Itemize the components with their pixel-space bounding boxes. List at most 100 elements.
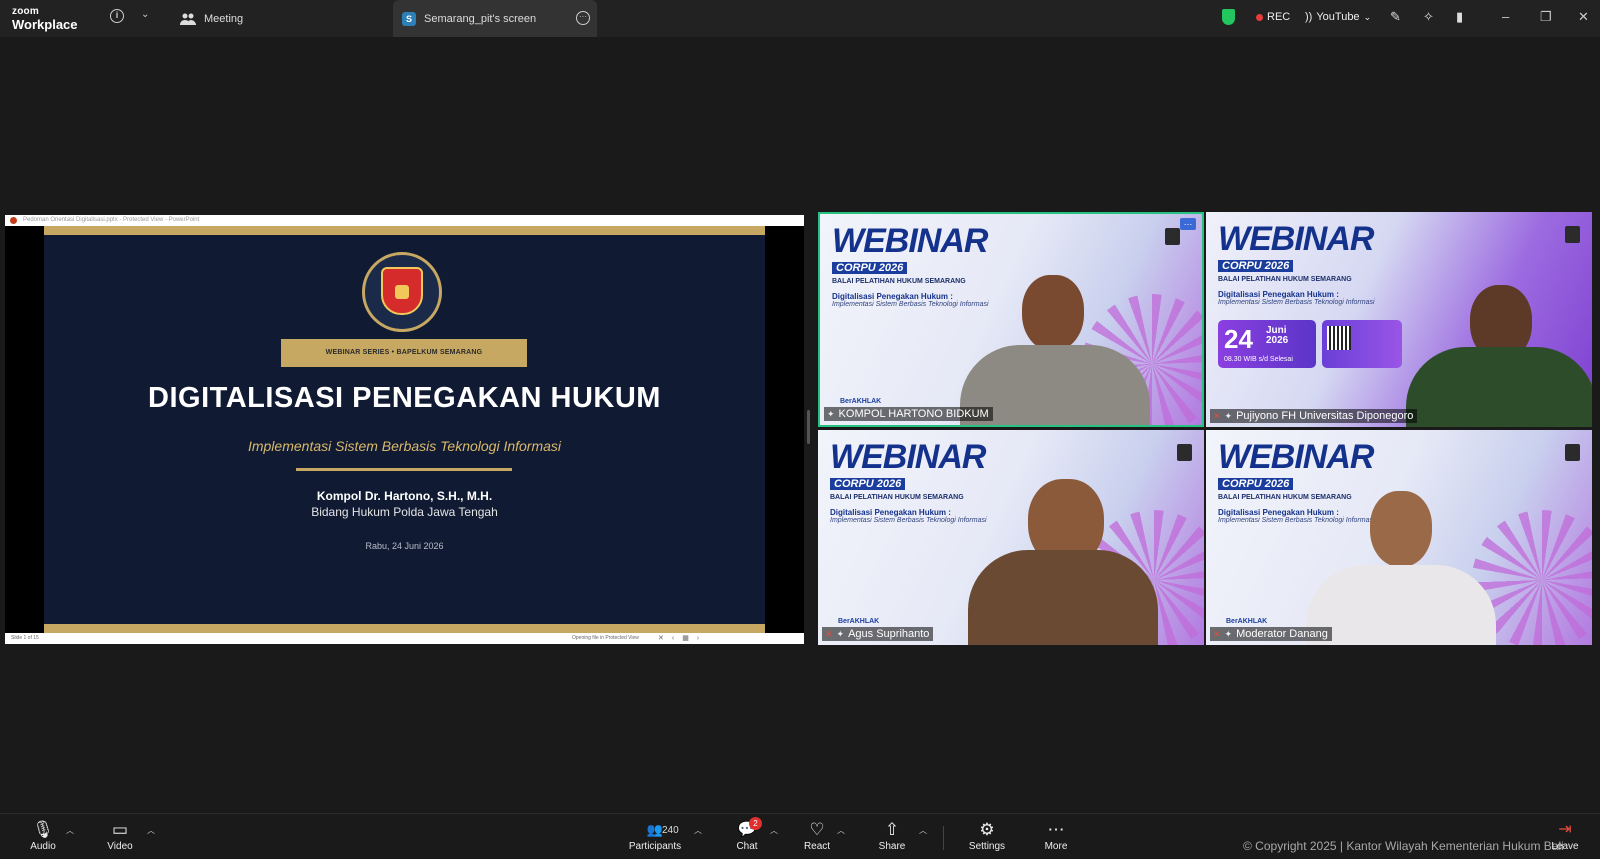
video-tile[interactable]: WEBINAR CORPU 2026 BALAI PELATIHAN HUKUM…: [818, 430, 1204, 645]
minimize-icon[interactable]: –: [1502, 9, 1509, 24]
event-time: 08.30 WIB s/d Selesai: [1224, 356, 1293, 363]
chat-options-caret-icon[interactable]: ︿: [770, 825, 778, 836]
audio-button[interactable]: 🎙 Audio: [13, 819, 73, 852]
participants-label: Participants: [628, 841, 682, 852]
more-button[interactable]: ⋯ More: [1026, 819, 1086, 852]
participant-video: [1306, 465, 1496, 645]
banner-impl: Implementasi Sistem Berbasis Teknologi I…: [1218, 299, 1375, 306]
slide-date: Rabu, 24 Juni 2026: [365, 541, 444, 551]
institution-logo-icon: [1177, 444, 1192, 461]
react-options-caret-icon[interactable]: ︿: [837, 825, 845, 836]
logo-line-1: zoom: [12, 6, 39, 17]
close-icon[interactable]: ✕: [1578, 9, 1589, 25]
banner-balai: BALAI PELATIHAN HUKUM SEMARANG: [830, 494, 964, 501]
participant-name: KOMPOL HARTONO BIDKUM: [838, 408, 989, 420]
splitter-handle[interactable]: [807, 410, 810, 444]
leave-icon: ⇥: [1558, 821, 1572, 838]
akhlak-logo: BerAKHLAK: [838, 618, 880, 625]
participant-video: [968, 465, 1158, 645]
shared-screen[interactable]: Pedoman Orientasi Digitalisasi.pptx - Pr…: [5, 215, 804, 644]
settings-button[interactable]: ⚙ Settings: [957, 819, 1017, 852]
encryption-shield-icon[interactable]: [1222, 9, 1235, 25]
share-button[interactable]: ⇧ Share: [862, 819, 922, 852]
slide-organization: Bidang Hukum Polda Jawa Tengah: [311, 505, 498, 519]
leave-label: Leave: [1551, 841, 1579, 852]
muted-mic-icon: ✕: [1213, 411, 1221, 421]
share-screen-icon: ⇧: [884, 820, 900, 839]
restore-icon[interactable]: ❐: [1540, 9, 1552, 25]
video-tile[interactable]: WEBINAR CORPU 2026 BALAI PELATIHAN HUKUM…: [818, 212, 1204, 427]
tab-meeting[interactable]: Meeting: [180, 0, 243, 37]
chat-unread-badge: 2: [749, 817, 762, 830]
meeting-info-icon[interactable]: i: [110, 9, 124, 23]
video-tile[interactable]: WEBINAR CORPU 2026 BALAI PELATIHAN HUKUM…: [1206, 212, 1592, 427]
slide-divider: [296, 468, 512, 471]
recording-indicator[interactable]: REC: [1256, 11, 1290, 23]
view-options-icon[interactable]: ▮: [1456, 9, 1463, 25]
slide-nav-icons[interactable]: ✕‹▦›: [658, 633, 707, 644]
stream-label: YouTube: [1316, 11, 1360, 23]
toolbar-separator: [943, 826, 944, 850]
banner-topic: Digitalisasi Penegakan Hukum :: [1218, 290, 1339, 299]
presentation-slide: WEBINAR SERIES • BAPELKUM SEMARANG DIGIT…: [44, 226, 765, 633]
powerpoint-icon: [10, 217, 17, 224]
camera-icon: ▭: [111, 820, 129, 839]
video-button[interactable]: ▭ Video: [90, 819, 150, 852]
zoom-logo: zoom Workplace: [12, 6, 78, 32]
participant-name: Agus Suprihanto: [848, 628, 930, 640]
logo-line-2: Workplace: [12, 17, 78, 32]
participant-video: [1406, 247, 1592, 427]
pin-icon: ✦: [1224, 411, 1233, 421]
institution-logo-icon: [1565, 444, 1580, 461]
stream-icon: )): [1305, 11, 1313, 23]
audio-options-caret-icon[interactable]: ︿: [66, 825, 74, 836]
ai-companion-icon[interactable]: ✧: [1423, 9, 1434, 25]
banner-impl: Implementasi Sistem Berbasis Teknologi I…: [830, 517, 987, 524]
annotate-pencil-icon[interactable]: ✎: [1390, 9, 1401, 25]
pin-icon: ✦: [836, 629, 845, 639]
pin-icon: ✦: [1224, 629, 1233, 639]
slide-series-label: WEBINAR SERIES • BAPELKUM SEMARANG: [281, 339, 527, 367]
chevron-down-icon[interactable]: ⌄: [141, 9, 149, 20]
muted-mic-icon: ✕: [1213, 629, 1221, 639]
tab-more-icon[interactable]: ···: [576, 11, 590, 25]
slide-subtitle: Implementasi Sistem Berbasis Teknologi I…: [247, 438, 562, 454]
qr-code-icon: [1322, 320, 1402, 368]
chat-icon: 💬: [737, 821, 757, 838]
banner-webinar: WEBINAR: [1218, 220, 1374, 258]
participants-options-caret-icon[interactable]: ︿: [694, 825, 702, 836]
banner-topic: Digitalisasi Penegakan Hukum :: [830, 508, 951, 517]
institution-logo-icon: [1565, 226, 1580, 243]
akhlak-logo: BerAKHLAK: [840, 398, 882, 405]
rec-label: REC: [1267, 11, 1291, 23]
tab-screen-label: Semarang_pit's screen: [424, 12, 537, 25]
react-label: React: [803, 841, 831, 852]
live-stream-indicator[interactable]: )) YouTube ⌄: [1305, 11, 1371, 23]
video-options-caret-icon[interactable]: ︿: [147, 825, 155, 836]
leave-button[interactable]: ⇥ Leave: [1545, 819, 1585, 852]
participant-nametag: ✕ ✦ Pujiyono FH Universitas Diponegoro: [1210, 409, 1418, 423]
participant-count: 240: [662, 825, 679, 836]
akhlak-logo: BerAKHLAK: [1226, 618, 1268, 625]
powerpoint-status-bar: Slide 1 of 15 Opening file in Protected …: [5, 633, 804, 644]
tab-meeting-label: Meeting: [204, 12, 244, 25]
video-tile[interactable]: WEBINAR CORPU 2026 BALAI PELATIHAN HUKUM…: [1206, 430, 1592, 645]
screen-badge-icon: S: [402, 11, 416, 26]
tab-shared-screen[interactable]: S Semarang_pit's screen ···: [393, 0, 597, 37]
copyright-overlay: © Copyright 2025 | Kantor Wilayah Kement…: [1243, 839, 1564, 853]
event-date-card: 24 Juni 2026 08.30 WIB s/d Selesai: [1218, 320, 1316, 368]
gear-icon: ⚙: [979, 820, 995, 839]
police-emblem-icon: [362, 252, 442, 332]
banner-corpu: CORPU 2026: [830, 478, 906, 490]
participant-name: Pujiyono FH Universitas Diponegoro: [1236, 410, 1414, 422]
title-bar: zoom Workplace i ⌄ Meeting S Semarang_pi…: [0, 0, 1600, 37]
more-dots-icon: ⋯: [1047, 820, 1065, 839]
participant-nametag: ✕ ✦ Moderator Danang: [1210, 627, 1332, 641]
tile-more-icon[interactable]: …: [1180, 218, 1196, 230]
share-options-caret-icon[interactable]: ︿: [919, 825, 927, 836]
rec-dot-icon: [1256, 13, 1263, 21]
muted-mic-icon: 🎙: [32, 820, 54, 839]
chat-button[interactable]: 💬 2 Chat: [717, 817, 777, 852]
slide-presenter: Kompol Dr. Hartono, S.H., M.H.: [316, 489, 493, 503]
participants-button[interactable]: 👥 240 Participants: [625, 819, 685, 852]
